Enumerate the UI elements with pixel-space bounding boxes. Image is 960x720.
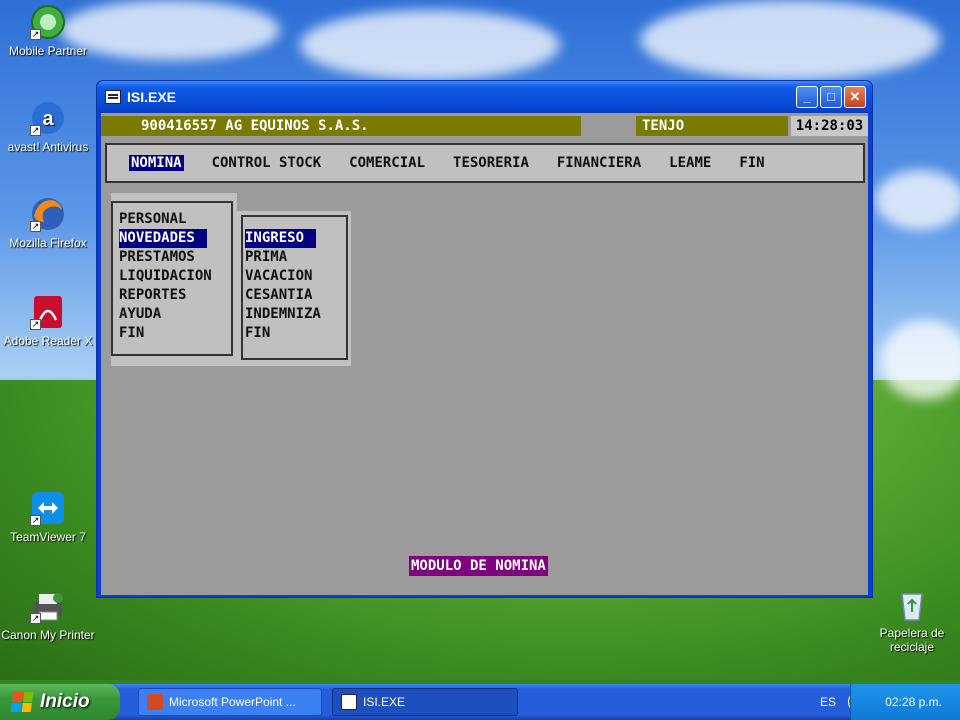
cloud (300, 10, 560, 80)
mobile-partner-icon: ↗ (30, 4, 66, 40)
maximize-button[interactable]: □ (820, 86, 842, 108)
desktop-icon-recycle-bin[interactable]: Papelera de reciclaje (864, 586, 960, 654)
clock: 14:28:03 (791, 116, 868, 136)
desktop-icon-canon-printer[interactable]: ↗ Canon My Printer (0, 588, 96, 642)
avast-icon: a ↗ (30, 100, 66, 136)
submenu-item-reportes[interactable]: REPORTES (119, 286, 186, 305)
menu-item-leame[interactable]: LEAME (669, 155, 711, 171)
isi-window: ISI.EXE _ □ ✕ 900416557 AG EQUINOS S.A.S… (96, 80, 873, 598)
header-bar: 900416557 AG EQUINOS S.A.S. TENJO 14:28:… (101, 116, 868, 136)
cloud (640, 0, 940, 80)
recycle-bin-icon (894, 586, 930, 622)
window-title: ISI.EXE (127, 89, 177, 105)
cloud (880, 320, 960, 400)
console-area: 900416557 AG EQUINOS S.A.S. TENJO 14:28:… (101, 113, 868, 595)
desktop-icon-mobile-partner[interactable]: ↗ Mobile Partner (0, 4, 96, 58)
submenu-item-prestamos[interactable]: PRESTAMOS (119, 248, 195, 267)
window-controls: _ □ ✕ (796, 86, 866, 108)
printer-icon: ↗ (30, 588, 66, 624)
firefox-icon: ↗ (30, 196, 66, 232)
start-button[interactable]: Inicio (0, 684, 120, 720)
menu-item-fin[interactable]: FIN (739, 155, 764, 171)
company-label: 900416557 AG EQUINOS S.A.S. (101, 116, 581, 136)
desktop-icon-teamviewer[interactable]: ↗ TeamViewer 7 (0, 490, 96, 544)
subsubmenu-item-prima[interactable]: PRIMA (245, 248, 287, 267)
taskbar-clock[interactable]: 02:28 p.m. (885, 695, 942, 709)
minimize-button[interactable]: _ (796, 86, 818, 108)
start-label: Inicio (40, 691, 90, 712)
submenu-item-fin[interactable]: FIN (119, 324, 144, 343)
submenu-item-liquidacion[interactable]: LIQUIDACION (119, 267, 212, 286)
window-titlebar[interactable]: ISI.EXE _ □ ✕ (97, 81, 872, 113)
taskbar: Inicio Microsoft PowerPoint ... ISI.EXE … (0, 684, 960, 720)
cloud (875, 170, 960, 230)
powerpoint-icon (147, 694, 163, 710)
subsubmenu-item-vacacion[interactable]: VACACION (245, 267, 312, 286)
desktop-icon-adobe-reader[interactable]: ↗ Adobe Reader X (0, 294, 96, 348)
subsubmenu-item-ingreso[interactable]: INGRESO (245, 229, 317, 248)
submenu-item-ayuda[interactable]: AYUDA (119, 305, 161, 324)
main-menu: NOMINA CONTROL STOCK COMERCIAL TESORERIA… (105, 143, 865, 183)
close-button[interactable]: ✕ (844, 86, 866, 108)
novedades-submenu: INGRESO PRIMA VACACION CESANTIA INDEMNIZ… (237, 211, 351, 366)
subsubmenu-item-indemniza[interactable]: INDEMNIZA (245, 305, 321, 324)
desktop-icon-avast[interactable]: a ↗ avast! Antivirus (0, 100, 96, 154)
console-icon (105, 90, 121, 104)
menu-item-control-stock[interactable]: CONTROL STOCK (212, 155, 322, 171)
console-icon (341, 694, 357, 710)
menu-item-nomina[interactable]: NOMINA (129, 155, 184, 171)
submenu-item-novedades[interactable]: NOVEDADES (119, 229, 207, 248)
submenu-item-personal[interactable]: PERSONAL (119, 210, 186, 229)
system-tray: 02:28 p.m. (850, 684, 960, 720)
subsubmenu-item-fin[interactable]: FIN (245, 324, 270, 343)
location-label: TENJO (636, 116, 788, 136)
menu-item-financiera[interactable]: FINANCIERA (557, 155, 641, 171)
svg-text:a: a (42, 108, 54, 130)
menu-item-comercial[interactable]: COMERCIAL (349, 155, 425, 171)
subsubmenu-item-cesantia[interactable]: CESANTIA (245, 286, 312, 305)
taskbar-button-isi[interactable]: ISI.EXE (332, 688, 518, 716)
menu-item-tesoreria[interactable]: TESORERIA (453, 155, 529, 171)
language-indicator[interactable]: ES (820, 695, 836, 709)
teamviewer-icon: ↗ (30, 490, 66, 526)
desktop-icon-firefox[interactable]: ↗ Mozilla Firefox (0, 196, 96, 250)
windows-logo-icon (10, 692, 34, 712)
adobe-reader-icon: ↗ (30, 294, 66, 330)
taskbar-button-powerpoint[interactable]: Microsoft PowerPoint ... (138, 688, 322, 716)
nomina-submenu: PERSONAL NOVEDADES PRESTAMOS LIQUIDACION… (111, 193, 237, 366)
status-label: MODULO DE NOMINA (409, 556, 548, 576)
